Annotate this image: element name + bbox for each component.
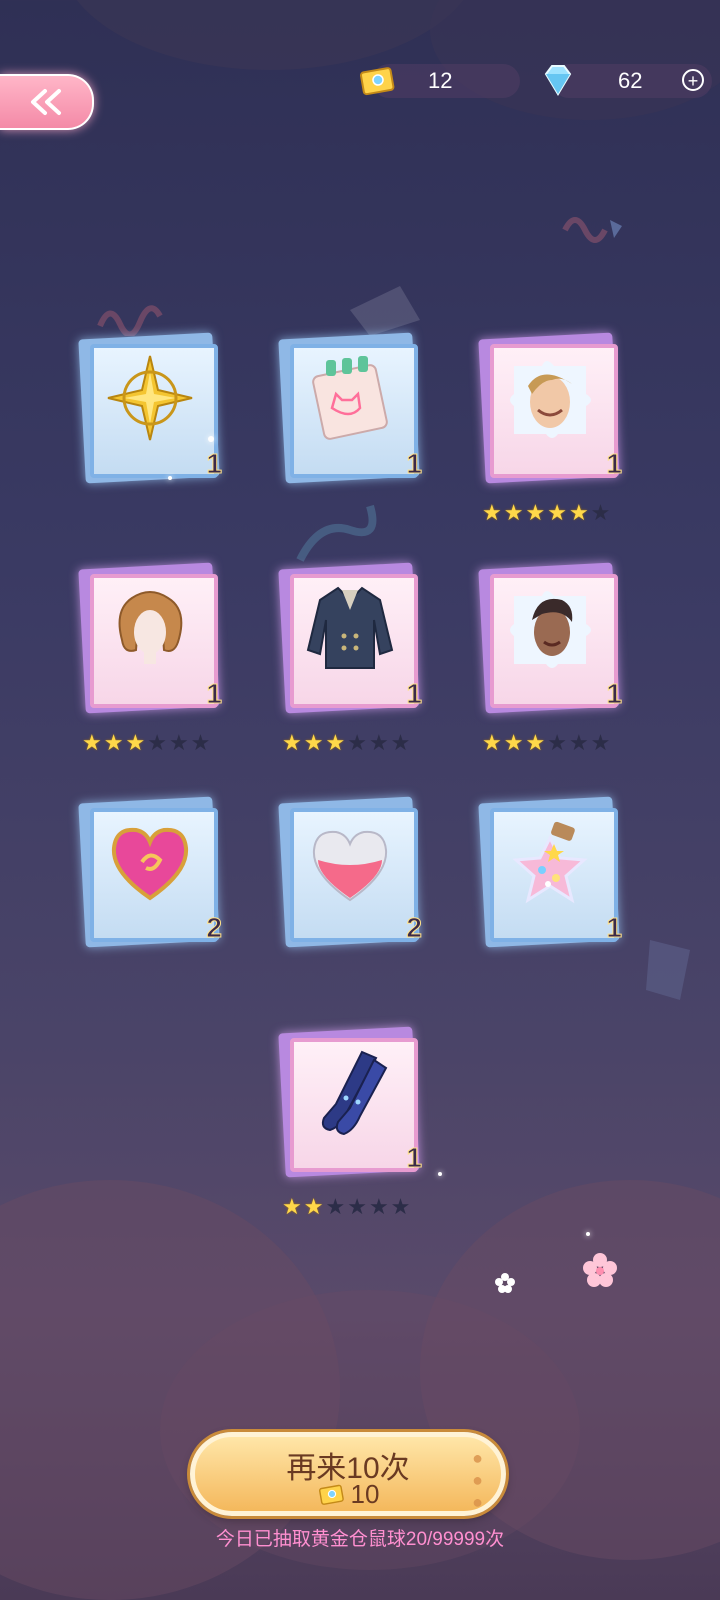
golden-compass-icon xyxy=(107,355,193,441)
reward-card[interactable]: 2 xyxy=(78,796,232,960)
reward-quantity: 2 xyxy=(206,912,223,944)
reward-card[interactable]: 1 xyxy=(278,332,432,496)
confetti-decoration xyxy=(296,504,377,562)
sparkle xyxy=(586,1232,590,1236)
back-button[interactable] xyxy=(0,74,94,130)
reward-quantity: 2 xyxy=(406,912,423,944)
reward-card[interactable]: 1 xyxy=(278,1026,432,1190)
rarity-stars: ★ ★ ★ ★ ★ ★ xyxy=(282,730,411,755)
reward-quantity: 1 xyxy=(406,1142,423,1174)
sparkle xyxy=(208,436,214,442)
reward-quantity: 1 xyxy=(606,448,623,480)
rarity-stars: ★ ★ ★ ★ ★ ★ xyxy=(282,1194,411,1219)
heart-gem-icon xyxy=(111,827,189,901)
reward-quantity: 1 xyxy=(606,678,623,710)
star-jar-icon xyxy=(512,821,588,904)
gem-count: 62 xyxy=(618,68,643,93)
flower-decoration xyxy=(583,1253,617,1287)
reward-card[interactable]: 1 xyxy=(278,562,432,726)
reward-quantity: 1 xyxy=(206,678,223,710)
daily-draw-count: 今日已抽取黄金仓鼠球20/99999次 xyxy=(215,1529,505,1550)
reward-card[interactable]: 1 xyxy=(478,796,632,960)
diamond-icon xyxy=(544,65,572,96)
sparkle xyxy=(168,476,172,480)
coat-icon xyxy=(306,586,394,669)
draw-again-cost-value: 10 xyxy=(350,1479,380,1509)
rarity-stars: ★ ★ ★ ★ ★ ★ xyxy=(82,730,211,755)
add-gems-button[interactable]: + xyxy=(682,69,704,91)
reward-card[interactable]: 2 xyxy=(278,796,432,960)
rarity-stars: ★ ★ ★ ★ ★ ★ xyxy=(482,500,611,525)
draw-again-cost: 10 xyxy=(195,1479,501,1510)
paw-print-icon: ● ● ● xyxy=(472,1448,483,1512)
notepad-icon xyxy=(312,356,388,440)
confetti-decoration xyxy=(562,217,622,243)
ticket-icon xyxy=(318,1484,344,1505)
ticket-icon xyxy=(359,67,395,96)
reward-quantity: 1 xyxy=(406,678,423,710)
flower-decoration xyxy=(495,1273,515,1293)
sparkle xyxy=(438,1172,442,1176)
reward-card[interactable]: 1 xyxy=(478,332,632,496)
double-chevron-left-icon xyxy=(31,89,61,115)
rarity-stars: ★ ★ ★ ★ ★ ★ xyxy=(482,730,611,755)
draw-again-button[interactable]: 再来10次 10 ● ● ● xyxy=(190,1432,506,1516)
reward-card[interactable]: 1 xyxy=(478,562,632,726)
confetti-decoration xyxy=(97,305,163,336)
reward-quantity: 1 xyxy=(206,448,223,480)
ticket-count: 12 xyxy=(428,68,453,93)
portrait-puzzle-icon xyxy=(510,591,591,668)
reward-quantity: 1 xyxy=(406,448,423,480)
reward-card[interactable]: 1 xyxy=(78,562,232,726)
portrait-puzzle-icon xyxy=(510,361,591,438)
ticket-counter: 12 xyxy=(359,64,520,98)
bg-cloud xyxy=(430,0,720,120)
confetti-decoration xyxy=(350,286,420,336)
gloves-icon xyxy=(321,1050,388,1136)
reward-quantity: 1 xyxy=(606,912,623,944)
gem-counter: 62 + xyxy=(544,64,712,98)
heart-potion-icon xyxy=(312,830,388,902)
hairstyle-icon xyxy=(118,591,183,664)
bg-cloud xyxy=(60,0,480,70)
confetti-decoration xyxy=(646,940,690,1000)
reward-card[interactable]: 1 xyxy=(78,332,232,496)
